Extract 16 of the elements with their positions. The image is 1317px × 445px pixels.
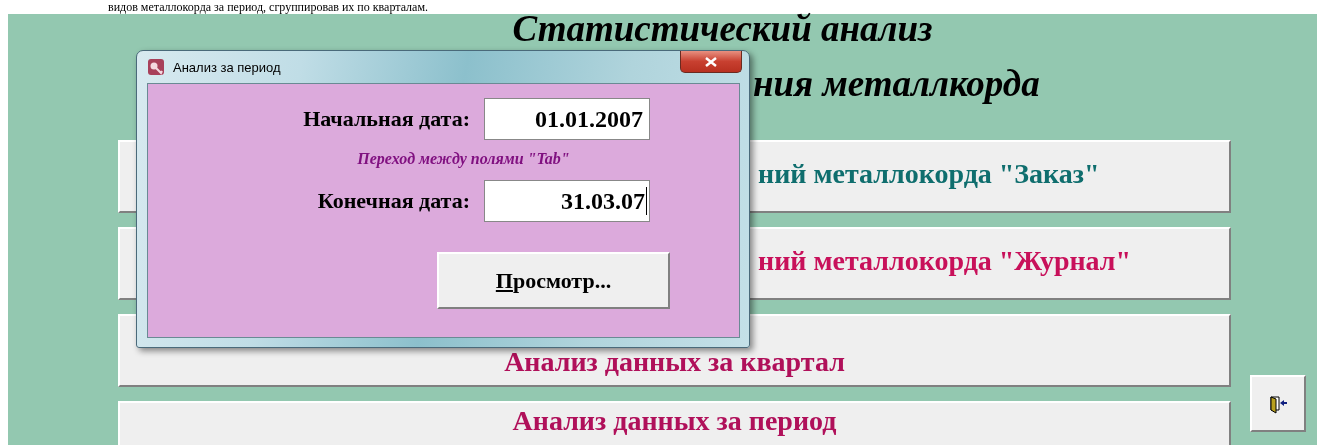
document-text: видов металлокорда за период, сгруппировав их по кварталам. [108, 0, 428, 14]
field-label: Начальная дата: [303, 106, 470, 132]
date-field[interactable]: 31.03.07 [484, 180, 650, 222]
menu-button[interactable]: Анализ данных за период [118, 401, 1231, 445]
key-icon [147, 58, 165, 76]
form-title: ния металлкорда [753, 64, 1040, 104]
field-label: Конечная дата: [317, 188, 470, 214]
view-button[interactable]: Просмотр... [437, 252, 670, 309]
dialog-title: Анализ за период [173, 59, 281, 75]
form-title: Статистический анализ [511, 11, 934, 47]
close-icon [705, 56, 717, 67]
exit-door-icon [1268, 393, 1288, 414]
hint-text: Переход между полями "Tab" [356, 150, 571, 168]
exit-button[interactable] [1250, 375, 1306, 432]
close-button[interactable] [680, 51, 742, 73]
date-field[interactable]: 01.01.2007 [484, 98, 650, 140]
